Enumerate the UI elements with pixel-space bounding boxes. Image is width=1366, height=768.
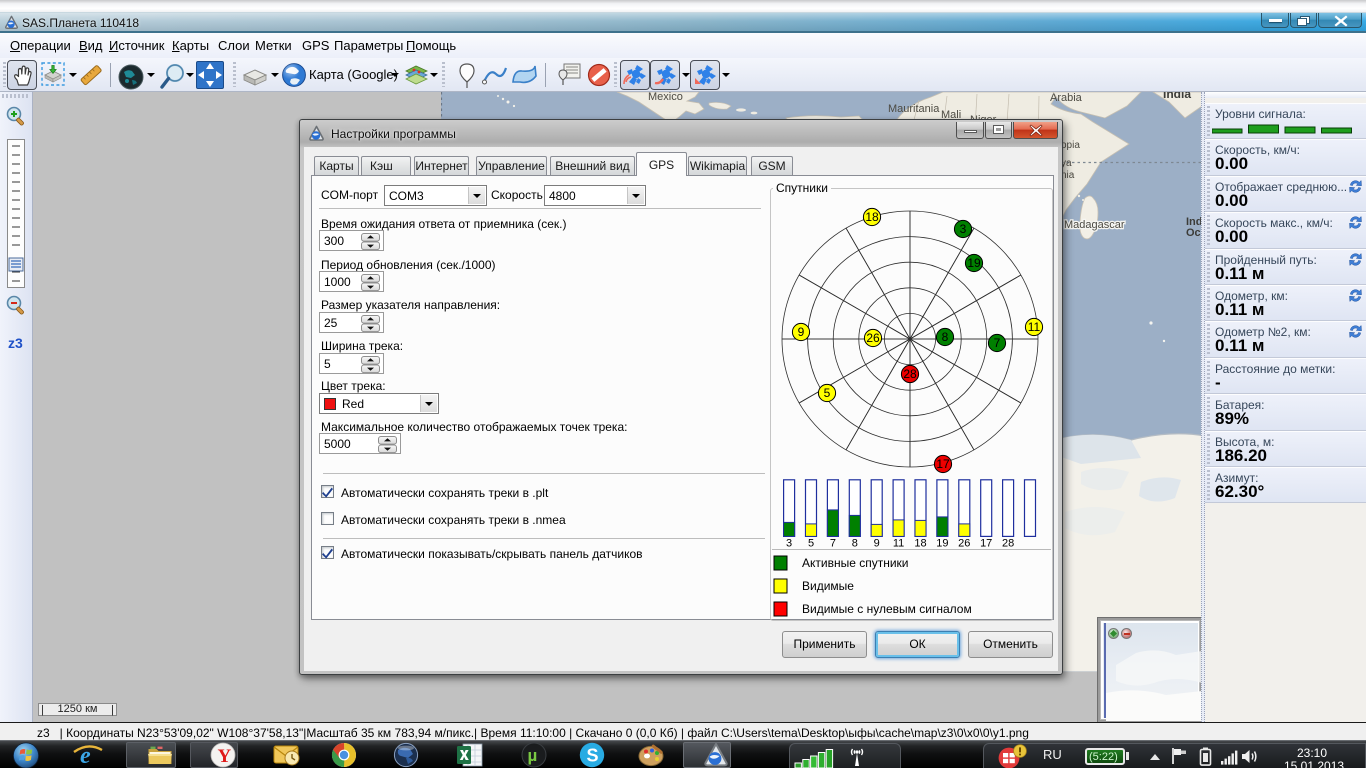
svg-text:9: 9 <box>798 325 805 339</box>
svg-text:26: 26 <box>866 331 880 345</box>
svg-text:S: S <box>587 746 599 766</box>
svg-text:opia: opia <box>1061 140 1080 151</box>
svg-text:8: 8 <box>852 538 858 550</box>
svg-text:Mauritania: Mauritania <box>888 103 940 115</box>
svg-text:Видимые: Видимые <box>802 579 854 593</box>
svg-text:5: 5 <box>808 538 814 550</box>
svg-text:9: 9 <box>874 538 880 550</box>
svg-text:µ: µ <box>528 746 538 765</box>
svg-text:26: 26 <box>958 538 970 550</box>
svg-text:17: 17 <box>980 538 992 550</box>
svg-text:Активные спутники: Активные спутники <box>802 556 909 570</box>
svg-text:3: 3 <box>960 222 967 236</box>
svg-text:5: 5 <box>824 386 831 400</box>
svg-text:Видимые с нулевым сигналом: Видимые с нулевым сигналом <box>802 602 972 616</box>
svg-text:28: 28 <box>1002 538 1014 550</box>
svg-text:11: 11 <box>1028 320 1041 334</box>
svg-text:11: 11 <box>893 538 904 550</box>
svg-text:17: 17 <box>936 457 950 471</box>
svg-text:19: 19 <box>936 538 948 550</box>
svg-text:nia: nia <box>1061 170 1075 181</box>
svg-text:7: 7 <box>830 538 836 550</box>
svg-text:Madagascar: Madagascar <box>1064 219 1125 231</box>
svg-text:19: 19 <box>967 256 981 270</box>
svg-text:India: India <box>1163 92 1191 101</box>
svg-text:18: 18 <box>914 538 926 550</box>
svg-text:28: 28 <box>903 367 917 381</box>
svg-text:18: 18 <box>865 210 879 224</box>
svg-text:3: 3 <box>786 538 792 550</box>
svg-text:8: 8 <box>942 330 949 344</box>
svg-text:Mexico: Mexico <box>648 92 683 103</box>
svg-text:Y: Y <box>218 746 232 767</box>
svg-text:7: 7 <box>994 336 1001 350</box>
svg-text:Arabia: Arabia <box>1050 92 1083 104</box>
